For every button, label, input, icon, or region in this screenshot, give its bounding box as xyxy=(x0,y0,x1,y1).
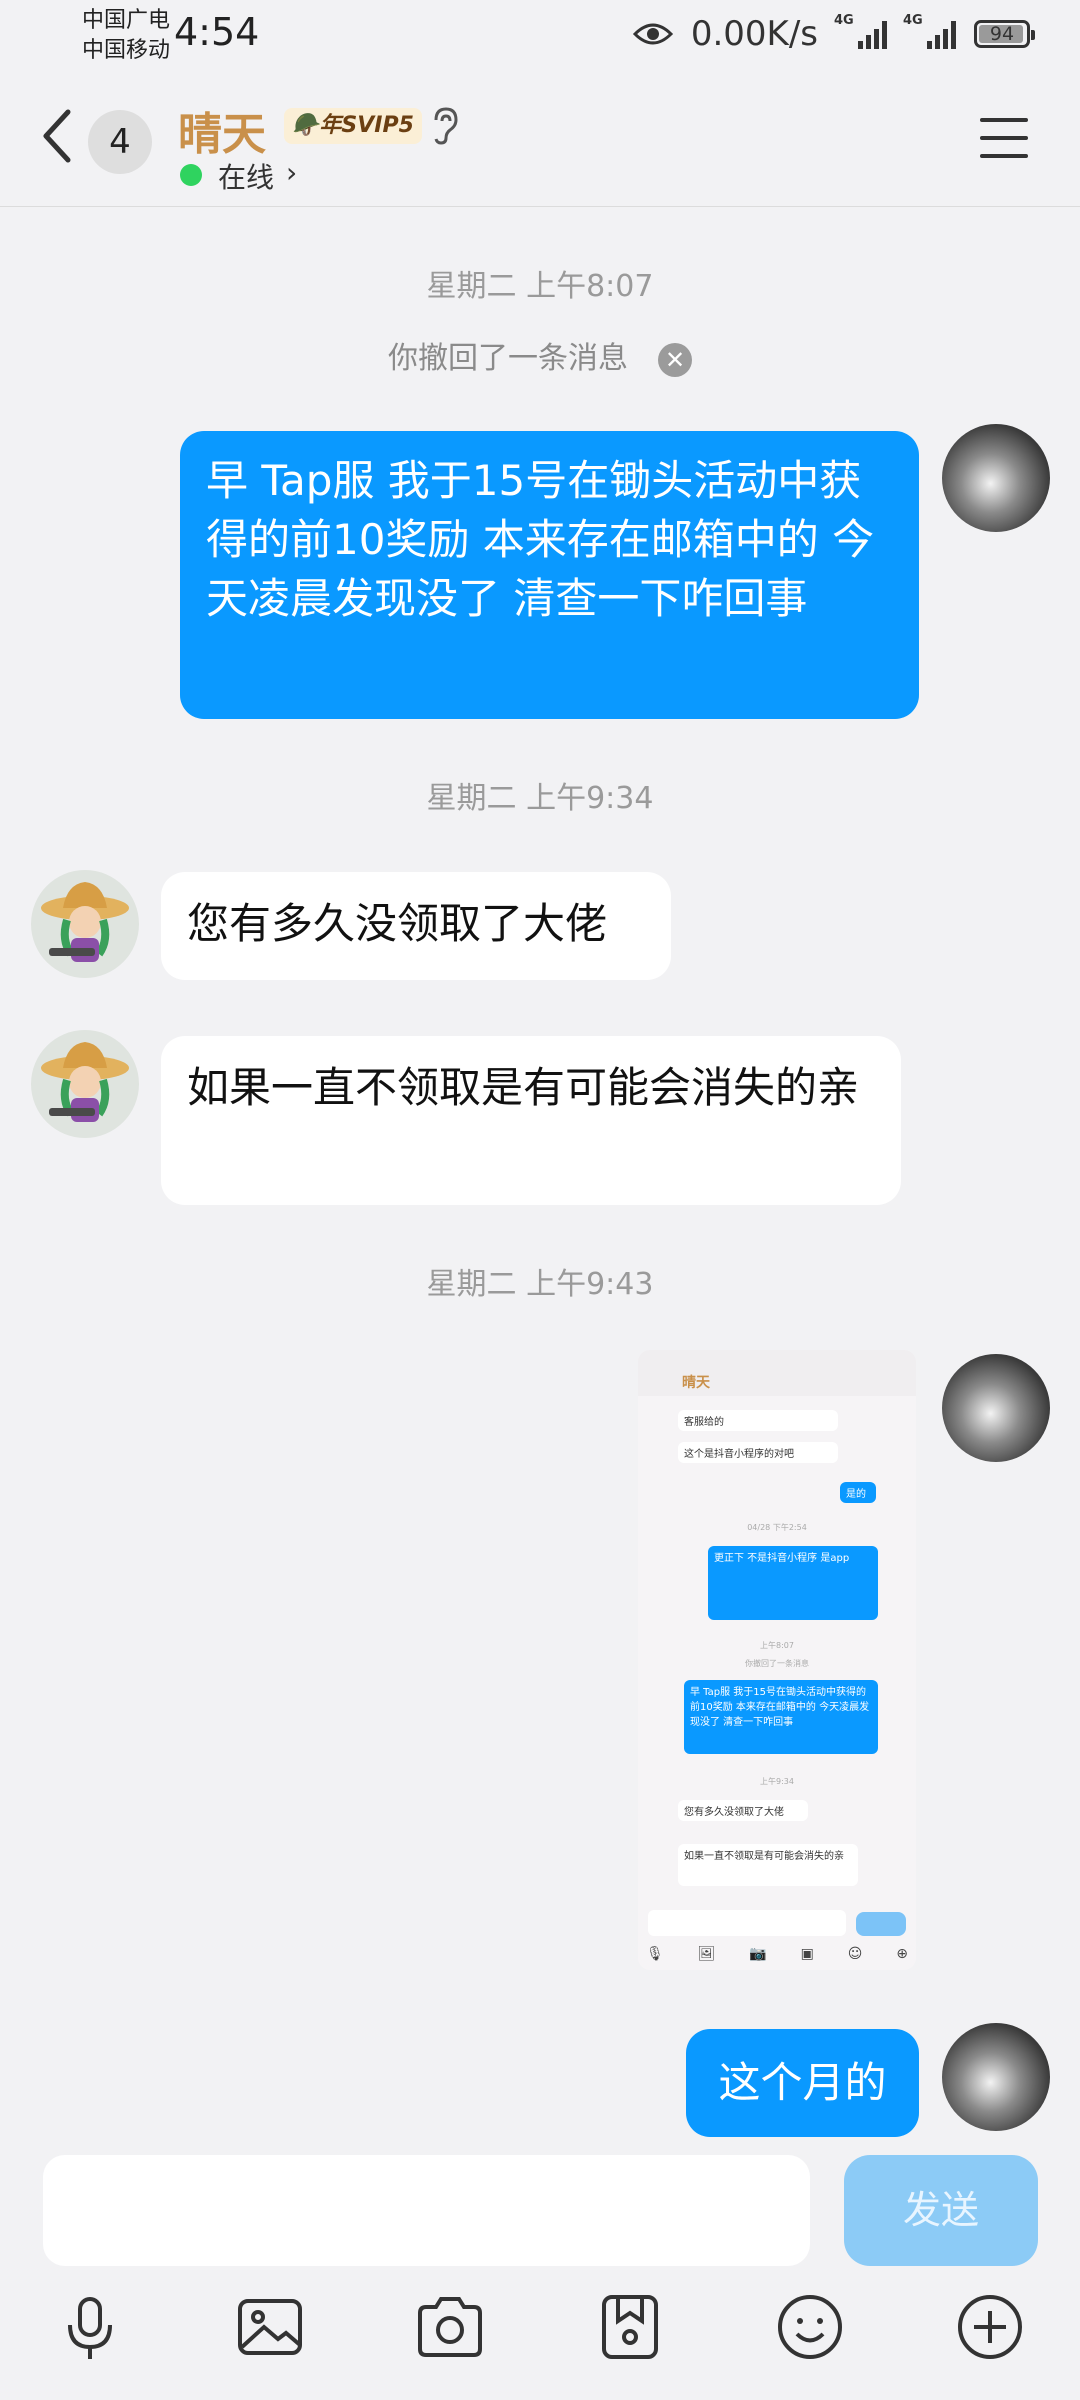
camera-icon[interactable] xyxy=(410,2287,490,2367)
my-avatar[interactable] xyxy=(942,424,1050,532)
recall-notice: 你撤回了一条消息 ✕ xyxy=(0,333,1080,377)
screenshot-timestamp: 上午9:34 xyxy=(760,1777,794,1786)
clock: 4:54 xyxy=(174,10,260,54)
image-icon[interactable] xyxy=(230,2287,310,2367)
battery-icon: 94 xyxy=(974,20,1035,48)
vip-badge-label: 年SVIP5 xyxy=(319,113,414,138)
emoji-icon[interactable] xyxy=(770,2287,850,2367)
outgoing-message[interactable]: 这个月的 xyxy=(686,2029,919,2137)
screenshot-message: 如果一直不领取是有可能会消失的亲 xyxy=(678,1844,858,1886)
signal-2-label: 4G xyxy=(903,13,923,28)
vip-badge[interactable]: 🪖年SVIP5 xyxy=(284,108,422,144)
status-bar: 中国广电 中国移动 4:54 0.00K/s 4G 4G 94 xyxy=(0,0,1080,76)
screenshot-message: 早 Tap服 我于15号在锄头活动中获得的前10奖励 本来存在邮箱中的 今天凌晨… xyxy=(684,1680,878,1754)
send-button[interactable]: 发送 xyxy=(844,2155,1038,2266)
online-status-text[interactable]: 在线 xyxy=(218,156,274,196)
carrier-info: 中国广电 中国移动 xyxy=(82,6,170,66)
timestamp: 星期二 上午9:43 xyxy=(426,1267,654,1302)
signal-icon-2: 4G xyxy=(903,13,956,49)
mic-icon[interactable] xyxy=(50,2287,130,2367)
contact-avatar[interactable] xyxy=(31,1030,139,1138)
cowboy-character-icon xyxy=(41,1042,129,1122)
online-status-dot xyxy=(180,164,202,186)
my-avatar[interactable] xyxy=(942,2023,1050,2131)
carrier-2: 中国移动 xyxy=(82,38,171,63)
plus-icon[interactable] xyxy=(950,2287,1030,2367)
incoming-message[interactable]: 您有多久没领取了大佬 xyxy=(161,872,671,980)
input-area: 发送 xyxy=(0,2137,1080,2400)
close-icon[interactable]: ✕ xyxy=(658,342,692,377)
screenshot-recall: 你撤回了一条消息 xyxy=(745,1659,809,1668)
screenshot-message: 客服给的 xyxy=(678,1410,838,1431)
vip-helmet-icon: 🪖 xyxy=(292,113,320,138)
signal-icon: 4G xyxy=(834,13,887,49)
recall-text: 你撤回了一条消息 xyxy=(388,341,628,376)
my-avatar[interactable] xyxy=(942,1354,1050,1462)
favorite-icon[interactable] xyxy=(590,2287,670,2367)
screenshot-timestamp: 04/28 下午2:54 xyxy=(747,1523,807,1532)
screenshot-message: 是的 xyxy=(840,1482,876,1503)
screenshot-toolbar: 🎙 🖼 📷 ▣ ☺ ⊕ xyxy=(646,1946,908,1962)
contact-name[interactable]: 晴天 xyxy=(178,98,266,162)
back-arrow-icon[interactable] xyxy=(38,106,78,166)
timestamp: 星期二 上午9:34 xyxy=(426,781,654,816)
toolbar xyxy=(0,2287,1080,2387)
status-icons: 0.00K/s 4G 4G 94 xyxy=(632,13,1035,54)
incoming-message[interactable]: 如果一直不领取是有可能会消失的亲 xyxy=(161,1036,901,1205)
screenshot-image-message[interactable]: 晴天 客服给的 这个是抖音小程序的对吧 是的 04/28 下午2:54 更正下 … xyxy=(638,1350,916,1970)
screenshot-input xyxy=(648,1910,846,1936)
contact-avatar[interactable] xyxy=(31,870,139,978)
eye-icon xyxy=(632,23,673,45)
timestamp: 星期二 上午8:07 xyxy=(426,269,654,304)
battery-level: 94 xyxy=(989,23,1015,45)
screenshot-message: 这个是抖音小程序的对吧 xyxy=(678,1442,838,1463)
cowboy-character-icon xyxy=(41,882,129,962)
chat-header: 4 晴天 🪖年SVIP5 在线 › xyxy=(0,76,1080,207)
message-input[interactable] xyxy=(43,2155,810,2266)
unread-count-badge[interactable]: 4 xyxy=(88,110,152,174)
screenshot-contact-name: 晴天 xyxy=(682,1375,710,1391)
carrier-1: 中国广电 xyxy=(82,8,171,33)
network-speed: 0.00K/s xyxy=(690,14,818,54)
screenshot-header xyxy=(638,1350,916,1396)
outgoing-message[interactable]: 早 Tap服 我于15号在锄头活动中获得的前10奖励 本来存在邮箱中的 今天凌晨… xyxy=(180,431,919,719)
screenshot-timestamp: 上午8:07 xyxy=(760,1641,794,1650)
ear-icon[interactable] xyxy=(428,106,462,146)
chat-area[interactable]: 星期二 上午8:07 你撤回了一条消息 ✕ 早 Tap服 我于15号在锄头活动中获… xyxy=(0,207,1080,2137)
screenshot-message: 您有多久没领取了大佬 xyxy=(678,1800,808,1821)
screenshot-send-button xyxy=(856,1912,906,1936)
screenshot-message: 更正下 不是抖音小程序 是app xyxy=(708,1546,878,1620)
signal-1-label: 4G xyxy=(834,13,854,28)
chevron-right-icon[interactable]: › xyxy=(286,156,297,189)
menu-icon[interactable] xyxy=(980,118,1028,158)
